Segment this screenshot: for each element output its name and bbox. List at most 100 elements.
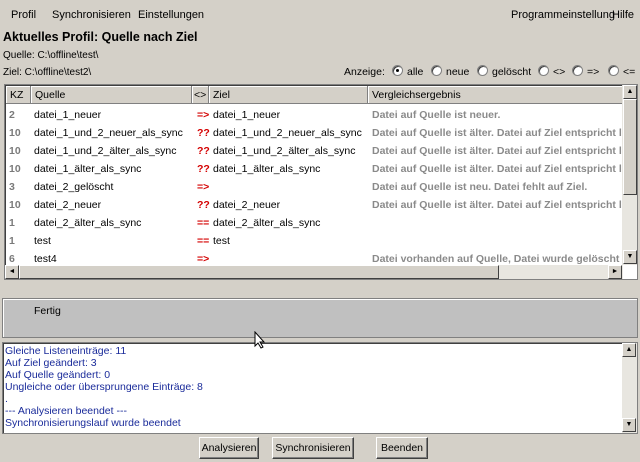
menu-programmeinstellung[interactable]: Programmeinstellung [511,9,615,21]
log-line: Ungleiche oder übersprungene Einträge: 8 [5,381,203,393]
cell-quelle: datei_1_und_2_älter_als_sync [34,145,177,157]
status-text: Fertig [34,305,61,317]
menu-profil[interactable]: Profil [11,9,36,21]
cell-ziel: datei_1_älter_als_sync [213,163,321,175]
log-vscrollbar[interactable]: ▲ ▼ [622,343,637,433]
quit-button[interactable]: Beenden [376,437,428,459]
cell-ziel: test [213,235,230,247]
cell-kz: 10 [9,127,21,139]
comparison-table: KZ Quelle <> Ziel Vergleichsergebnis 2 da… [4,84,638,280]
table-row[interactable]: 10 datei_1_und_2_älter_als_sync?? datei_1_… [6,142,637,160]
log-line: . [5,393,8,405]
col-kz[interactable]: KZ [6,86,31,104]
col-quelle[interactable]: Quelle [31,86,192,104]
cell-quelle: test4 [34,253,57,265]
radio-label-alle: alle [407,66,424,78]
analyze-button[interactable]: Analysieren [199,437,259,459]
cell-quelle: datei_2_neuer [34,199,102,211]
cell-vergleichsergebnis: Datei auf Quelle ist neuer. [372,109,501,121]
cell-quelle: datei_2_älter_als_sync [34,217,142,229]
cell-vergleichsergebnis: Datei auf Quelle ist älter. Datei auf Zi… [372,145,622,157]
radio-geloescht[interactable] [477,65,488,76]
radio-label-geloescht: gelöscht [492,66,532,78]
radio-ungleich[interactable] [538,65,549,76]
target-path: Ziel: C:\offline\test2\ [3,67,92,78]
radio-label-nach-quelle: <= [623,66,636,78]
menu-einstellungen[interactable]: Einstellungen [138,9,204,21]
table-header: KZ Quelle <> Ziel Vergleichsergebnis [6,86,624,104]
source-path: Quelle: C:\offline\test\ [3,50,99,61]
menu-bar: Profil Synchronisieren Einstellungen Pro… [0,0,640,28]
table-row[interactable]: 10 datei_1_älter_als_sync?? datei_1_älter_… [6,160,637,178]
cell-quelle: datei_1_und_2_neuer_als_sync [34,127,183,139]
scroll-right-icon[interactable]: ► [608,265,622,279]
cell-op: => [197,181,210,193]
log-line: Auf Quelle geändert: 0 [5,369,111,381]
cell-quelle: test [34,235,51,247]
cell-quelle: datei_1_älter_als_sync [34,163,142,175]
table-row[interactable]: 10 datei_2_neuer?? datei_2_neuer Datei auf … [6,196,637,214]
cell-op: == [197,235,210,247]
log-scroll-down-icon[interactable]: ▼ [622,418,636,432]
filter-label: Anzeige: [344,66,385,78]
cell-op: ?? [197,199,210,211]
radio-neue[interactable] [431,65,442,76]
table-row[interactable]: 10 datei_1_und_2_neuer_als_sync?? datei_1_… [6,124,637,142]
cell-quelle: datei_2_gelöscht [34,181,114,193]
cell-vergleichsergebnis: Datei auf Quelle ist älter. Datei auf Zi… [372,127,622,139]
cell-op: ?? [197,163,210,175]
status-panel: Fertig [2,298,638,338]
table-row[interactable]: 1 test == test [6,232,637,250]
col-ziel[interactable]: Ziel [209,86,368,104]
hscroll-thumb[interactable] [19,265,499,279]
table-row[interactable]: 3 datei_2_gelöscht => Datei auf Quelle ist … [6,178,637,196]
cell-kz: 6 [9,253,15,265]
scroll-left-icon[interactable]: ◄ [5,265,19,279]
cell-op: => [197,109,210,121]
cell-ziel: datei_1_neuer [213,109,281,121]
log-line: Synchronisierungslauf wurde beendet [5,417,181,429]
menu-synchronisieren[interactable]: Synchronisieren [52,9,131,21]
log-scroll-up-icon[interactable]: ▲ [622,343,636,357]
cell-vergleichsergebnis: Datei auf Quelle ist älter. Datei auf Zi… [372,199,622,211]
radio-nach-quelle[interactable] [608,65,619,76]
scroll-up-icon[interactable]: ▲ [623,85,637,99]
col-op[interactable]: <> [192,86,209,104]
cell-kz: 2 [9,109,15,121]
cell-vergleichsergebnis: Datei auf Quelle ist älter. Datei auf Zi… [372,163,622,175]
radio-nach-ziel[interactable] [572,65,583,76]
cell-op: ?? [197,127,210,139]
table-vscrollbar[interactable]: ▲ ▼ [622,85,637,265]
radio-label-nach-ziel: => [587,66,600,78]
col-vergleichsergebnis[interactable]: Vergleichsergebnis [368,86,624,104]
radio-label-ungleich: <> [553,66,566,78]
cell-ziel: datei_1_und_2_älter_als_sync [213,145,356,157]
cell-vergleichsergebnis: Datei auf Quelle ist neu. Datei fehlt au… [372,181,588,193]
scroll-down-icon[interactable]: ▼ [623,250,637,264]
cell-ziel: datei_1_und_2_neuer_als_sync [213,127,362,139]
cell-ziel: datei_2_älter_als_sync [213,217,321,229]
table-row[interactable]: 2 datei_1_neuer => datei_1_neuer Datei auf Q… [6,106,637,124]
cell-kz: 10 [9,145,21,157]
cell-kz: 10 [9,163,21,175]
cell-op: ?? [197,145,210,157]
log-line: Auf Ziel geändert: 3 [5,357,97,369]
cell-op: => [197,253,210,265]
cell-kz: 3 [9,181,15,193]
log-output: Gleiche Listeneinträge: 11 Auf Ziel geän… [2,342,638,434]
profile-title: Aktuelles Profil: Quelle nach Ziel [3,30,198,44]
cell-vergleichsergebnis: Datei vorhanden auf Quelle, Datei wurde … [372,253,620,265]
cell-kz: 10 [9,199,21,211]
cell-kz: 1 [9,235,15,247]
mouse-cursor-icon [254,331,266,349]
cell-op: == [197,217,210,229]
sync-button[interactable]: Synchronisieren [272,437,354,459]
radio-alle[interactable] [392,65,403,76]
scroll-thumb[interactable] [623,99,637,195]
table-row[interactable]: 1 datei_2_älter_als_sync == datei_2_älter_a… [6,214,637,232]
menu-hilfe[interactable]: Hilfe [612,9,634,21]
log-line: --- Analysieren beendet --- [5,405,127,417]
table-hscrollbar[interactable]: ◄ ► [5,265,623,279]
radio-label-neue: neue [446,66,470,78]
cell-kz: 1 [9,217,15,229]
